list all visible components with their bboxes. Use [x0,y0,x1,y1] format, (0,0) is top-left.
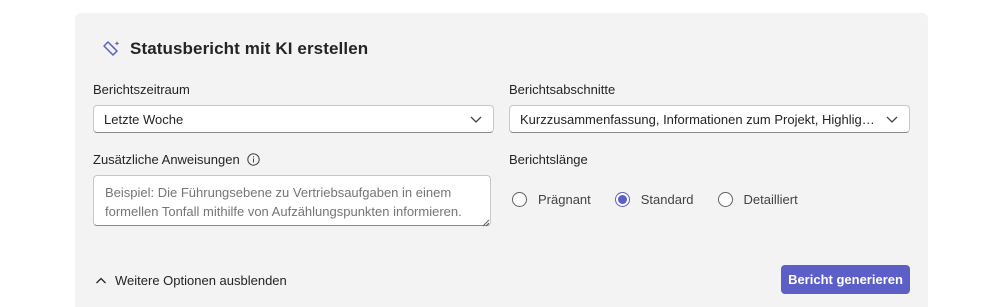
instructions-label: Zusätzliche Anweisungen [93,152,240,167]
period-value: Letzte Woche [104,111,184,127]
radio-circle-selected[interactable] [614,192,630,207]
instructions-label-row: Zusätzliche Anweisungen [93,152,261,167]
chevron-down-icon [885,112,899,126]
radio-label: Detailliert [743,192,798,207]
chevron-up-icon [95,275,107,287]
panel-title: Statusbericht mit KI erstellen [130,39,369,58]
radio-dot [617,195,627,204]
length-label: Berichtslänge [509,152,588,167]
radio-label: Prägnant [538,192,591,207]
generate-report-button[interactable]: Bericht generieren [781,265,910,294]
period-dropdown[interactable]: Letzte Woche [93,105,494,133]
instructions-textarea[interactable] [93,175,491,226]
radio-circle[interactable] [512,192,527,207]
hide-more-options-toggle[interactable]: Weitere Optionen ausblenden [95,273,287,288]
toggle-label: Weitere Optionen ausblenden [115,273,287,288]
radio-concise[interactable]: Prägnant [512,192,591,207]
sections-dropdown[interactable]: Kurzzusammenfassung, Informationen zum P… [509,105,910,133]
chevron-down-icon [469,112,483,126]
length-radio-group: Prägnant Standard Detailliert [512,192,822,207]
ai-sparkle-icon [102,39,122,59]
status-report-panel: Statusbericht mit KI erstellen Berichtsz… [75,13,928,307]
period-label: Berichtszeitraum [93,82,190,97]
panel-header: Statusbericht mit KI erstellen [102,39,368,59]
info-icon[interactable] [247,153,261,166]
sections-value: Kurzzusammenfassung, Informationen zum P… [520,111,877,127]
sections-label: Berichtsabschnitte [509,82,616,97]
radio-circle[interactable] [717,192,733,207]
radio-detailed[interactable]: Detailliert [717,192,798,207]
resize-grip-icon[interactable] [480,214,490,227]
radio-standard[interactable]: Standard [614,192,694,207]
radio-label: Standard [640,192,694,207]
